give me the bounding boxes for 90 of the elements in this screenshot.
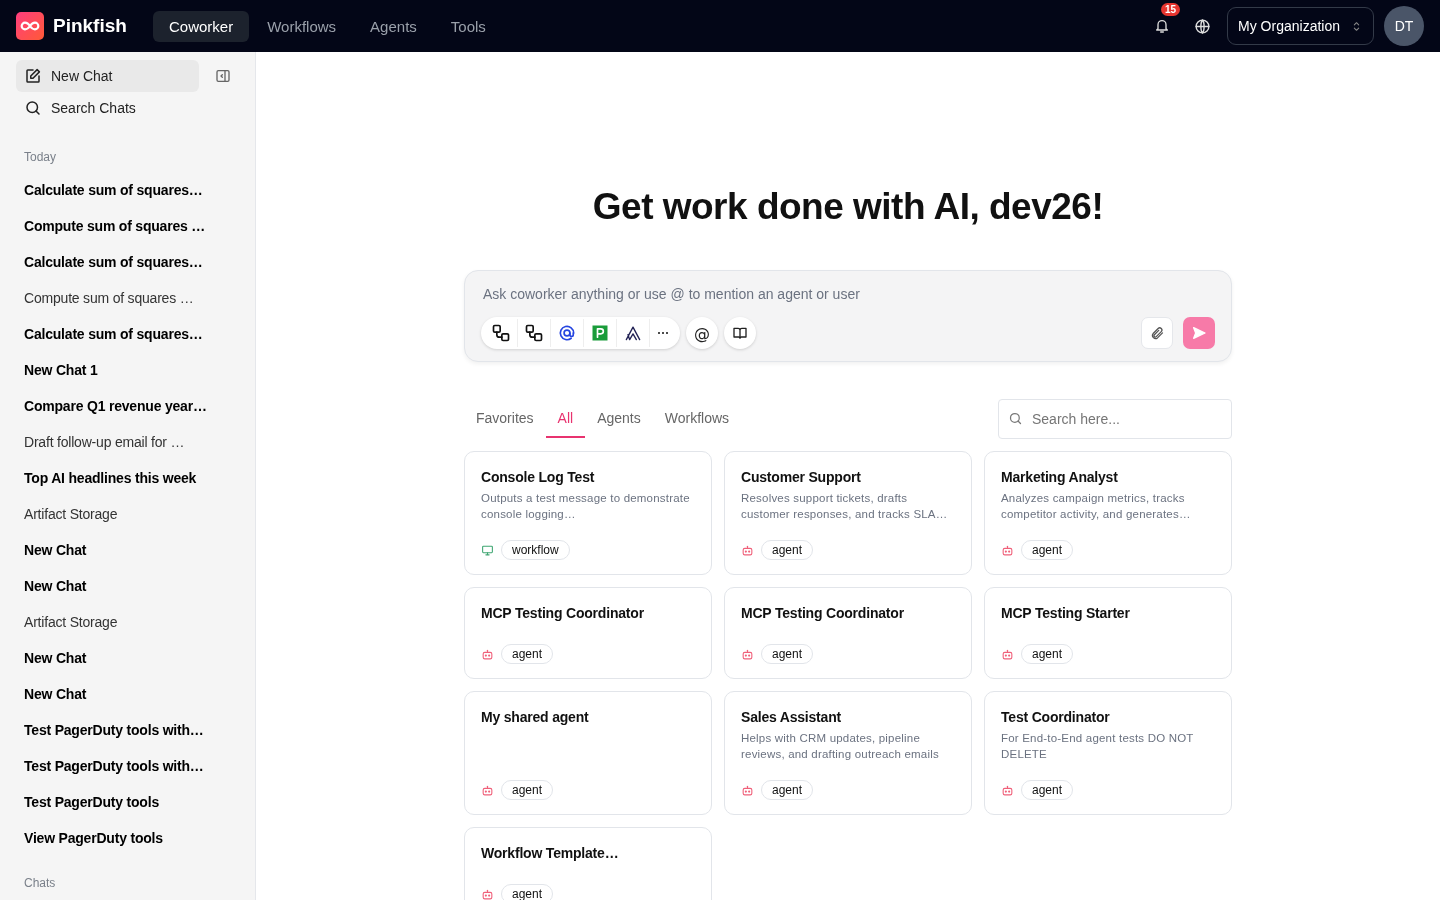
- chat-history-item[interactable]: Compute sum of squares …: [16, 280, 239, 316]
- robot-icon: [741, 783, 754, 797]
- chat-history-item[interactable]: Compare Q1 revenue year…: [16, 388, 239, 424]
- message-input[interactable]: Ask coworker anything or use @ to mention an agent or user: [481, 285, 1215, 303]
- monitor-icon: [481, 543, 494, 557]
- at-ring-icon: [557, 323, 577, 343]
- card-title: Marketing Analyst: [1001, 469, 1119, 485]
- item-card[interactable]: Marketing Analyst Analyzes campaign metrics, tracks competitor activity, and generates… agent: [984, 451, 1232, 575]
- notification-badge: 15: [1161, 3, 1181, 16]
- robot-icon: [741, 647, 754, 661]
- card-description: Outputs a test message to demonstrate console logging…: [481, 491, 691, 522]
- card-description: Analyzes campaign metrics, tracks competitor activity, and generates…: [1001, 491, 1192, 522]
- card-title: Workflow Template…: [481, 845, 620, 861]
- robot-icon: [481, 887, 494, 900]
- bell-icon: [1154, 18, 1171, 34]
- section-heading: Chats: [24, 876, 57, 890]
- filter-tab[interactable]: Workflows: [652, 400, 742, 438]
- card-title: MCP Testing Coordinator: [481, 605, 645, 621]
- new-chat-button[interactable]: New Chat: [16, 60, 199, 92]
- page-heading: Get work done with AI, dev26!: [591, 185, 1105, 229]
- robot-icon: [481, 783, 494, 797]
- robot-icon: [481, 647, 494, 661]
- item-card[interactable]: Test Coordinator For End-to-End agent tests DO NOT DELETE agent: [984, 691, 1232, 815]
- robot-icon: [741, 543, 754, 557]
- paperclip-icon: [1149, 325, 1165, 341]
- chat-history-item[interactable]: Test PagerDuty tools with…: [16, 712, 239, 748]
- organization-selector[interactable]: My Organization: [1227, 7, 1374, 45]
- robot-icon: [1001, 783, 1014, 797]
- chat-history-item[interactable]: New Chat: [16, 676, 239, 712]
- chat-history-item[interactable]: Draft follow-up email for …: [16, 424, 239, 460]
- chat-history-item[interactable]: Calculate sum of squares…: [16, 244, 239, 280]
- section-heading: Today: [24, 150, 58, 164]
- nav-tab[interactable]: Tools: [434, 10, 502, 42]
- chat-history-item[interactable]: Artifact Storage: [16, 604, 239, 640]
- item-card[interactable]: MCP Testing Coordinator agent: [724, 587, 972, 679]
- item-card[interactable]: Sales Assistant Helps with CRM updates, pipeline reviews, and drafting outreach emails agent: [724, 691, 972, 815]
- chat-history-item[interactable]: View PagerDuty tools: [16, 820, 239, 856]
- chat-history-item[interactable]: New Chat: [16, 532, 239, 568]
- send-button[interactable]: [1183, 317, 1215, 349]
- nav-tab[interactable]: Workflows: [251, 10, 353, 42]
- card-title: MCP Testing Starter: [1001, 605, 1131, 621]
- chat-history-item[interactable]: New Chat: [16, 640, 239, 676]
- search-field[interactable]: Search here...: [998, 399, 1232, 439]
- chat-history-item[interactable]: Top AI headlines this week: [16, 460, 239, 496]
- pencil-square-icon: [24, 67, 42, 85]
- attach-button[interactable]: [1141, 317, 1173, 349]
- chat-history-item[interactable]: Compute sum of squares …: [16, 208, 239, 244]
- mention-button[interactable]: @: [686, 317, 718, 349]
- chat-history-item[interactable]: New Chat: [16, 568, 239, 604]
- nav-tab[interactable]: Coworker: [153, 10, 250, 42]
- card-description: Helps with CRM updates, pipeline reviews, and drafting outreach emails: [741, 731, 940, 762]
- send-icon: [1191, 325, 1207, 341]
- filter-tab[interactable]: All: [545, 400, 586, 438]
- chat-history-item[interactable]: Test PagerDuty tools: [16, 784, 239, 820]
- filter-tab[interactable]: Favorites: [464, 400, 546, 438]
- nav-tab[interactable]: Agents: [354, 10, 433, 42]
- nodes-icon: [524, 323, 544, 343]
- brand-name: Pinkfish: [53, 15, 127, 37]
- item-card[interactable]: Customer Support Resolves support tickets, drafts customer responses, and tracks SLA… agent: [724, 451, 972, 575]
- item-card[interactable]: Console Log Test Outputs a test message to demonstrate console logging… workflow: [464, 451, 712, 575]
- chat-history-item[interactable]: New Chat 1: [16, 352, 239, 388]
- chat-history-item[interactable]: Calculate sum of squares…: [16, 316, 239, 352]
- card-description: For End-to-End agent tests DO NOT DELETE: [1001, 731, 1195, 762]
- robot-icon: [1001, 543, 1014, 557]
- more-icon: [657, 331, 669, 335]
- card-title: Test Coordinator: [1001, 709, 1111, 725]
- card-title: Customer Support: [741, 469, 862, 485]
- user-avatar[interactable]: DT: [1384, 6, 1424, 46]
- card-title: Console Log Test: [481, 469, 596, 485]
- card-title: Sales Assistant: [741, 709, 842, 725]
- search-chats-button[interactable]: Search Chats: [16, 92, 199, 124]
- item-card[interactable]: MCP Testing Coordinator agent: [464, 587, 712, 679]
- search-icon: [24, 99, 42, 117]
- item-card[interactable]: Workflow Template… agent: [464, 827, 712, 900]
- knowledge-button[interactable]: [724, 317, 756, 349]
- item-card[interactable]: My shared agent agent: [464, 691, 712, 815]
- letter-p-icon: [590, 323, 610, 343]
- nodes-icon: [491, 323, 511, 343]
- robot-icon: [1001, 647, 1014, 661]
- book-icon: [732, 325, 748, 341]
- item-card[interactable]: MCP Testing Starter agent: [984, 587, 1232, 679]
- chat-history-item[interactable]: Calculate sum of squares…: [16, 172, 239, 208]
- filter-tab[interactable]: Agents: [585, 400, 653, 438]
- card-description: Resolves support tickets, drafts customer responses, and tracks SLA…: [741, 491, 949, 522]
- chat-history-item[interactable]: Test PagerDuty tools with…: [16, 748, 239, 784]
- chat-history-item[interactable]: Artifact Storage: [16, 496, 239, 532]
- card-title: My shared agent: [481, 709, 590, 725]
- sidebar-panel-icon: [215, 68, 231, 84]
- card-title: MCP Testing Coordinator: [741, 605, 905, 621]
- globe-icon: [1193, 17, 1211, 35]
